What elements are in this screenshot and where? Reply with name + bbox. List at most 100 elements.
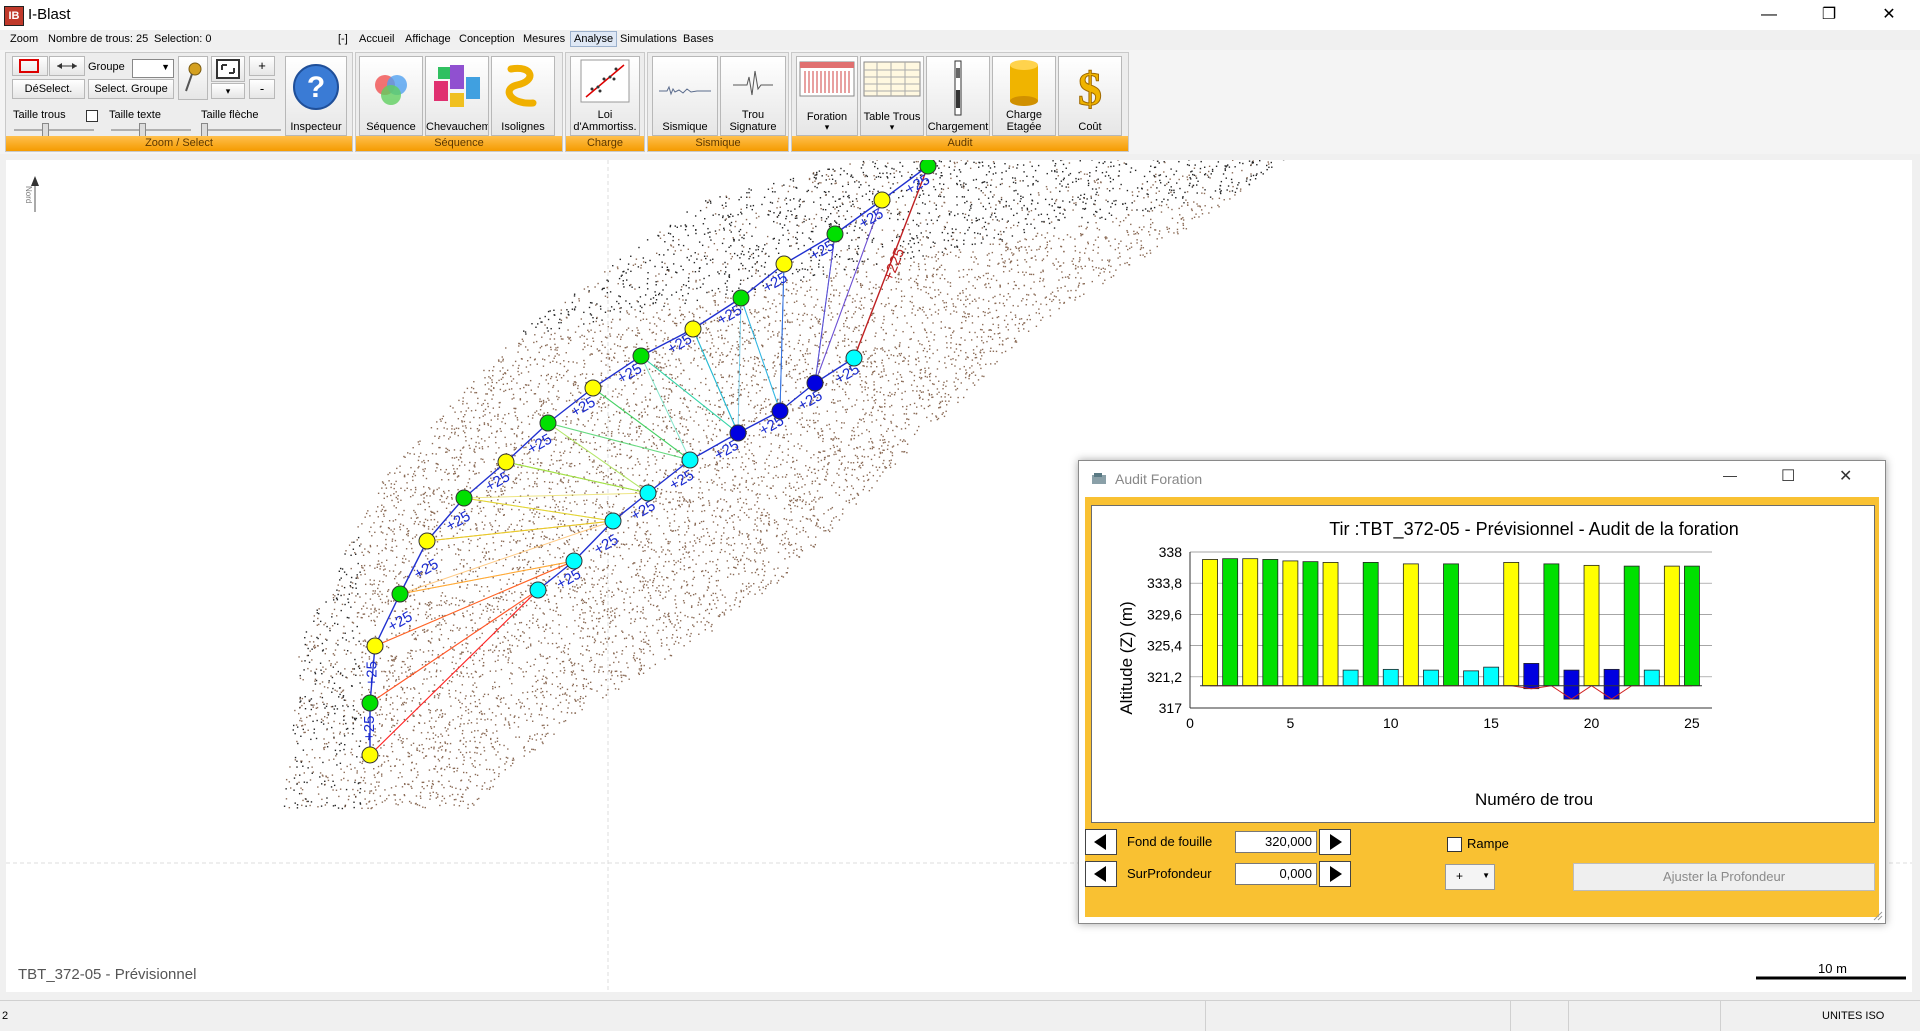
maximize-button[interactable]: ❐ — [1806, 0, 1852, 30]
cloud-point — [556, 603, 557, 604]
cloud-point — [523, 533, 524, 534]
tab-affichage[interactable]: Affichage — [405, 33, 451, 45]
cloud-point — [1034, 227, 1035, 228]
cloud-point — [568, 479, 569, 480]
zoom-in-button[interactable]: + — [249, 56, 275, 76]
zoom-dropdown-button[interactable]: ▾ — [211, 83, 245, 99]
select-groupe-button[interactable]: Select. Groupe — [88, 79, 174, 99]
cloud-point — [752, 385, 753, 386]
cloud-point — [860, 283, 861, 284]
tab-conception[interactable]: Conception — [459, 33, 515, 45]
taille-trous-slider[interactable] — [14, 129, 94, 131]
table-trous-dropdown-icon[interactable]: ▾ — [861, 121, 923, 133]
minimize-button[interactable]: — — [1746, 0, 1792, 30]
cloud-point — [778, 435, 779, 436]
cloud-point — [760, 412, 761, 413]
cloud-point — [500, 643, 501, 644]
cloud-point — [734, 567, 735, 568]
cloud-point — [686, 441, 687, 442]
cloud-point — [632, 330, 633, 331]
cloud-point — [553, 708, 554, 709]
trou-label: Trou — [721, 109, 785, 121]
rect-select-button[interactable] — [12, 56, 48, 76]
cloud-point — [590, 657, 591, 658]
zoom-extent-button[interactable] — [211, 56, 245, 82]
chargement-button[interactable]: Chargement — [926, 56, 990, 136]
cloud-point — [848, 339, 849, 340]
measure-button[interactable] — [49, 56, 85, 76]
taille-texte-slider[interactable] — [111, 129, 191, 131]
cloud-point — [1018, 330, 1019, 331]
cloud-point — [794, 365, 795, 366]
inspecteur-button[interactable]: ? Inspecteur — [285, 56, 347, 136]
cloud-point — [423, 475, 424, 476]
close-button[interactable]: ✕ — [1866, 0, 1912, 30]
collapse-ribbon-button[interactable]: [-] — [338, 33, 348, 45]
charge-etagee-button[interactable]: Charge Etagée — [992, 56, 1056, 136]
cloud-point — [931, 257, 932, 258]
cloud-point — [795, 500, 796, 501]
trou-signature-button[interactable]: Trou Signature — [720, 56, 786, 136]
cloud-point — [469, 478, 470, 479]
cloud-point — [1069, 162, 1070, 163]
cloud-point — [1028, 211, 1029, 212]
isolignes-button[interactable]: Isolignes — [491, 56, 555, 136]
cloud-point — [923, 385, 924, 386]
cloud-point — [327, 687, 328, 688]
cloud-point — [876, 466, 877, 467]
tab-mesures[interactable]: Mesures — [523, 33, 565, 45]
cloud-point — [395, 786, 396, 787]
chevauchement-button[interactable]: Chevaucheme — [425, 56, 489, 136]
taille-texte-checkbox[interactable] — [86, 110, 98, 122]
foration-dropdown-icon[interactable]: ▾ — [797, 121, 857, 133]
cloud-point — [452, 597, 453, 598]
zoom-out-button[interactable]: - — [249, 79, 275, 99]
cloud-point — [1147, 189, 1148, 190]
cloud-point — [725, 293, 726, 294]
pin-button[interactable] — [178, 56, 208, 100]
cloud-point — [858, 307, 859, 308]
cloud-point — [363, 605, 364, 606]
taille-fleche-slider[interactable] — [201, 129, 281, 131]
cloud-point — [328, 722, 329, 723]
cloud-point — [434, 684, 435, 685]
cloud-point — [1001, 254, 1002, 255]
cloud-point — [436, 467, 437, 468]
cloud-point — [326, 802, 327, 803]
table-trous-button[interactable]: Table Trous ▾ — [860, 56, 924, 136]
loi-ammortissement-button[interactable]: Loi d'Ammortiss. — [570, 56, 640, 136]
zoom-menu[interactable]: Zoom — [10, 33, 38, 45]
tab-accueil[interactable]: Accueil — [359, 33, 394, 45]
cloud-point — [356, 740, 357, 741]
groupe-dropdown[interactable]: ▼ — [132, 59, 174, 78]
cloud-point — [783, 434, 784, 435]
tab-bases[interactable]: Bases — [683, 33, 714, 45]
cloud-point — [374, 609, 375, 610]
cloud-point — [1170, 168, 1171, 169]
sismique-button[interactable]: Sismique — [652, 56, 718, 136]
foration-button[interactable]: Foration ▾ — [796, 56, 858, 136]
tab-analyse[interactable]: Analyse — [570, 31, 617, 47]
cloud-point — [721, 487, 722, 488]
cloud-point — [872, 193, 873, 194]
cloud-point — [419, 714, 420, 715]
cloud-point — [821, 219, 822, 220]
cloud-point — [1054, 264, 1055, 265]
sequence-button[interactable]: Séquence — [359, 56, 423, 136]
measure-arrow-icon — [54, 58, 80, 74]
cloud-point — [782, 476, 783, 477]
cloud-point — [828, 191, 829, 192]
deselect-button[interactable]: DéSelect. — [12, 79, 85, 99]
cloud-point — [679, 549, 680, 550]
cloud-point — [1073, 258, 1074, 259]
cloud-point — [908, 211, 909, 212]
cloud-point — [775, 370, 776, 371]
cloud-point — [974, 384, 975, 385]
cloud-point — [465, 425, 466, 426]
cloud-point — [474, 741, 475, 742]
cloud-point — [422, 469, 423, 470]
tab-simulations[interactable]: Simulations — [620, 33, 677, 45]
cloud-point — [544, 535, 545, 536]
cloud-point — [811, 501, 812, 502]
cout-button[interactable]: $ Coût — [1058, 56, 1122, 136]
